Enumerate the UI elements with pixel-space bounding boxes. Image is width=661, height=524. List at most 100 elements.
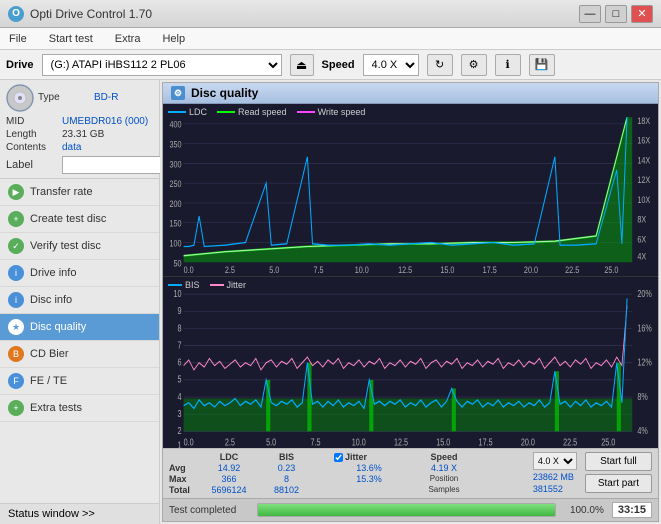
position-value: 23862 MB	[533, 472, 577, 482]
status-window-button[interactable]: Status window >>	[0, 503, 159, 524]
legend-read-label: Read speed	[238, 107, 287, 117]
jitter-label: Jitter	[345, 452, 367, 462]
svg-text:6X: 6X	[637, 235, 646, 245]
svg-text:25.0: 25.0	[604, 265, 618, 275]
mid-label: MID	[6, 116, 58, 127]
eject-button[interactable]: ⏏	[290, 54, 314, 76]
nav-items: ▶ Transfer rate + Create test disc ✓ Ver…	[0, 179, 159, 503]
verify-test-disc-icon: ✓	[8, 238, 24, 254]
sidebar-item-disc-quality[interactable]: ★ Disc quality	[0, 314, 159, 341]
label-label: Label	[6, 159, 58, 171]
minimize-button[interactable]: —	[579, 5, 601, 23]
status-window-label: Status window >>	[8, 508, 95, 520]
svg-text:5.0: 5.0	[266, 436, 276, 447]
svg-text:3: 3	[178, 407, 182, 418]
svg-text:7: 7	[178, 339, 182, 350]
progress-bar	[257, 503, 556, 517]
svg-text:12X: 12X	[637, 175, 650, 185]
close-button[interactable]: ✕	[631, 5, 653, 23]
svg-text:100: 100	[170, 239, 182, 249]
sidebar-item-fe-te[interactable]: F FE / TE	[0, 368, 159, 395]
save-button[interactable]: 💾	[529, 54, 555, 76]
menu-start-test[interactable]: Start test	[44, 32, 98, 46]
start-full-button[interactable]: Start full	[585, 452, 652, 471]
charts-area: LDC Read speed Write speed	[163, 104, 658, 521]
time-display: 33:15	[612, 502, 652, 518]
legend-jitter-label: Jitter	[227, 280, 247, 290]
drive-select[interactable]: (G:) ATAPI iHBS112 2 PL06	[42, 54, 282, 76]
col-jitter-header: Jitter	[334, 452, 404, 462]
sidebar-item-drive-info[interactable]: i Drive info	[0, 260, 159, 287]
sidebar: Type BD-R MID UMEBDR016 (000) Length 23.…	[0, 80, 160, 524]
menu-help[interactable]: Help	[157, 32, 190, 46]
avg-jitter: 13.6%	[334, 463, 404, 473]
sidebar-item-extra-tests[interactable]: + Extra tests	[0, 395, 159, 422]
maximize-button[interactable]: □	[605, 5, 627, 23]
menu-file[interactable]: File	[4, 32, 32, 46]
info-button[interactable]: ℹ	[495, 54, 521, 76]
chart1-legend: LDC Read speed Write speed	[168, 107, 365, 117]
svg-text:7.5: 7.5	[314, 265, 324, 275]
avg-bis: 0.23	[259, 463, 314, 473]
panel-icon: ⚙	[171, 86, 185, 100]
menu-bar: File Start test Extra Help	[0, 28, 661, 50]
stats-right: 4.0 X 23862 MB 381552	[533, 452, 577, 494]
legend-jitter: Jitter	[210, 280, 247, 290]
svg-text:20.0: 20.0	[521, 436, 535, 447]
jitter-checkbox[interactable]	[334, 453, 343, 462]
panel-header: ⚙ Disc quality	[163, 83, 658, 104]
svg-text:150: 150	[170, 219, 182, 229]
transfer-rate-label: Transfer rate	[30, 186, 93, 198]
sidebar-item-verify-test-disc[interactable]: ✓ Verify test disc	[0, 233, 159, 260]
col-spacer	[314, 452, 334, 462]
avg-speed: 4.19 X	[404, 463, 484, 473]
svg-text:350: 350	[170, 140, 182, 150]
svg-text:8: 8	[178, 322, 182, 333]
disc-info-icon: i	[8, 292, 24, 308]
settings-button[interactable]: ⚙	[461, 54, 487, 76]
start-part-button[interactable]: Start part	[585, 474, 652, 493]
svg-text:25.0: 25.0	[601, 436, 615, 447]
svg-text:15.0: 15.0	[440, 265, 454, 275]
samples-value: 381552	[533, 484, 577, 494]
svg-text:20.0: 20.0	[524, 265, 538, 275]
speed-select[interactable]: 4.0 X	[363, 54, 419, 76]
avg-label: Avg	[169, 463, 199, 473]
disc-quality-label: Disc quality	[30, 321, 86, 333]
menu-extra[interactable]: Extra	[110, 32, 146, 46]
drive-info-label: Drive info	[30, 267, 76, 279]
svg-text:14X: 14X	[637, 156, 650, 166]
svg-text:7.5: 7.5	[310, 436, 320, 447]
mid-value: UMEBDR016 (000)	[62, 116, 148, 127]
svg-text:8X: 8X	[637, 215, 646, 225]
refresh-button[interactable]: ↻	[427, 54, 453, 76]
type-label: Type	[38, 92, 90, 103]
svg-text:22.5: 22.5	[563, 436, 577, 447]
chart1-container: LDC Read speed Write speed	[163, 104, 658, 277]
sidebar-item-disc-info[interactable]: i Disc info	[0, 287, 159, 314]
svg-text:15.0: 15.0	[436, 436, 450, 447]
svg-text:250: 250	[170, 179, 182, 189]
contents-value: data	[62, 142, 81, 153]
max-position-label: Position	[404, 474, 484, 484]
svg-text:8%: 8%	[637, 390, 648, 401]
max-label: Max	[169, 474, 199, 484]
sidebar-item-cd-bier[interactable]: B CD Bier	[0, 341, 159, 368]
legend-write: Write speed	[297, 107, 366, 117]
panel-title: Disc quality	[191, 86, 258, 100]
total-ldc: 5696124	[199, 485, 259, 495]
svg-text:12.5: 12.5	[398, 265, 412, 275]
stats-section: LDC BIS Jitter Speed Avg 14	[163, 448, 658, 498]
svg-text:12.5: 12.5	[394, 436, 408, 447]
speed-target-select[interactable]: 4.0 X	[533, 452, 577, 470]
fe-te-icon: F	[8, 373, 24, 389]
svg-text:17.5: 17.5	[483, 265, 497, 275]
chart2-container: BIS Jitter	[163, 277, 658, 449]
legend-write-label: Write speed	[318, 107, 366, 117]
svg-text:16X: 16X	[637, 136, 650, 146]
sidebar-item-create-test-disc[interactable]: + Create test disc	[0, 206, 159, 233]
chart2-legend: BIS Jitter	[168, 280, 246, 290]
app-title: Opti Drive Control 1.70	[30, 7, 152, 21]
svg-text:2.5: 2.5	[225, 265, 235, 275]
sidebar-item-transfer-rate[interactable]: ▶ Transfer rate	[0, 179, 159, 206]
